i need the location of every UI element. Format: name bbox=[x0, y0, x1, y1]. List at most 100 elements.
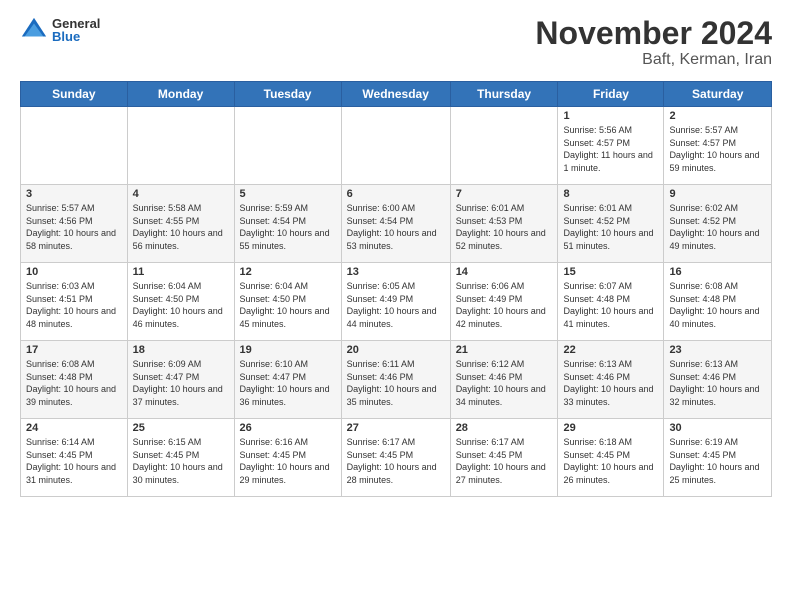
day-number: 18 bbox=[133, 344, 229, 356]
day-header-tuesday: Tuesday bbox=[234, 82, 341, 107]
calendar-cell: 5 Sunrise: 5:59 AM Sunset: 4:54 PM Daylig… bbox=[234, 185, 341, 263]
day-info: Sunrise: 6:01 AM Sunset: 4:52 PM Dayligh… bbox=[563, 202, 658, 252]
day-number: 2 bbox=[669, 110, 766, 122]
day-number: 1 bbox=[563, 110, 658, 122]
logo-text: General Blue bbox=[52, 17, 100, 43]
day-number: 29 bbox=[563, 422, 658, 434]
day-number: 14 bbox=[456, 266, 553, 278]
day-number: 9 bbox=[669, 188, 766, 200]
calendar-cell: 13Sunrise: 6:05 AM Sunset: 4:49 PM Dayli… bbox=[341, 263, 450, 341]
calendar-cell: 10 Sunrise: 6:03 AM Sunset: 4:51 PM Dayli… bbox=[21, 263, 128, 341]
day-info: Sunrise: 5:57 AM Sunset: 4:57 PM Dayligh… bbox=[669, 124, 766, 174]
calendar-cell: 20 Sunrise: 6:11 AM Sunset: 4:46 PM Dayli… bbox=[341, 341, 450, 419]
calendar-cell bbox=[234, 107, 341, 185]
calendar-cell: 18 Sunrise: 6:09 AM Sunset: 4:47 PM Dayli… bbox=[127, 341, 234, 419]
day-info: Sunrise: 6:03 AM Sunset: 4:51 PM Dayligh… bbox=[26, 280, 122, 330]
calendar-cell: 11 Sunrise: 6:04 AM Sunset: 4:50 PM Dayli… bbox=[127, 263, 234, 341]
calendar-cell: 9 Sunrise: 6:02 AM Sunset: 4:52 PM Daylig… bbox=[664, 185, 772, 263]
day-number: 20 bbox=[347, 344, 445, 356]
day-number: 16 bbox=[669, 266, 766, 278]
calendar-cell bbox=[341, 107, 450, 185]
calendar-cell: 25 Sunrise: 6:15 AM Sunset: 4:45 PM Dayli… bbox=[127, 419, 234, 497]
day-number: 24 bbox=[26, 422, 122, 434]
title-section: November 2024 Baft, Kerman, Iran bbox=[535, 16, 772, 69]
day-number: 13 bbox=[347, 266, 445, 278]
day-info: Sunrise: 6:17 AM Sunset: 4:45 PM Dayligh… bbox=[456, 436, 553, 486]
day-info: Sunrise: 6:08 AM Sunset: 4:48 PM Dayligh… bbox=[669, 280, 766, 330]
day-number: 19 bbox=[240, 344, 336, 356]
day-info: Sunrise: 6:07 AM Sunset: 4:48 PM Dayligh… bbox=[563, 280, 658, 330]
day-info: Sunrise: 6:17 AM Sunset: 4:45 PM Dayligh… bbox=[347, 436, 445, 486]
calendar-cell: 12 Sunrise: 6:04 AM Sunset: 4:50 PM Dayli… bbox=[234, 263, 341, 341]
header: General Blue November 2024 Baft, Kerman,… bbox=[20, 16, 772, 69]
calendar-table: SundayMondayTuesdayWednesdayThursdayFrid… bbox=[20, 81, 772, 497]
day-header-friday: Friday bbox=[558, 82, 664, 107]
day-number: 28 bbox=[456, 422, 553, 434]
day-info: Sunrise: 6:00 AM Sunset: 4:54 PM Dayligh… bbox=[347, 202, 445, 252]
day-info: Sunrise: 6:01 AM Sunset: 4:53 PM Dayligh… bbox=[456, 202, 553, 252]
day-info: Sunrise: 6:09 AM Sunset: 4:47 PM Dayligh… bbox=[133, 358, 229, 408]
day-info: Sunrise: 6:18 AM Sunset: 4:45 PM Dayligh… bbox=[563, 436, 658, 486]
day-number: 22 bbox=[563, 344, 658, 356]
day-number: 3 bbox=[26, 188, 122, 200]
calendar-cell: 3 Sunrise: 5:57 AM Sunset: 4:56 PM Daylig… bbox=[21, 185, 128, 263]
day-info: Sunrise: 6:10 AM Sunset: 4:47 PM Dayligh… bbox=[240, 358, 336, 408]
calendar-header-row: SundayMondayTuesdayWednesdayThursdayFrid… bbox=[21, 82, 772, 107]
day-info: Sunrise: 6:19 AM Sunset: 4:45 PM Dayligh… bbox=[669, 436, 766, 486]
calendar-cell: 4Sunrise: 5:58 AM Sunset: 4:55 PM Daylig… bbox=[127, 185, 234, 263]
calendar-cell: 6 Sunrise: 6:00 AM Sunset: 4:54 PM Daylig… bbox=[341, 185, 450, 263]
day-number: 11 bbox=[133, 266, 229, 278]
day-number: 12 bbox=[240, 266, 336, 278]
calendar-cell bbox=[127, 107, 234, 185]
day-info: Sunrise: 6:08 AM Sunset: 4:48 PM Dayligh… bbox=[26, 358, 122, 408]
day-number: 6 bbox=[347, 188, 445, 200]
day-info: Sunrise: 6:15 AM Sunset: 4:45 PM Dayligh… bbox=[133, 436, 229, 486]
day-info: Sunrise: 5:59 AM Sunset: 4:54 PM Dayligh… bbox=[240, 202, 336, 252]
day-info: Sunrise: 6:06 AM Sunset: 4:49 PM Dayligh… bbox=[456, 280, 553, 330]
day-info: Sunrise: 5:57 AM Sunset: 4:56 PM Dayligh… bbox=[26, 202, 122, 252]
calendar-week-4: 17Sunrise: 6:08 AM Sunset: 4:48 PM Dayli… bbox=[21, 341, 772, 419]
calendar-cell: 15Sunrise: 6:07 AM Sunset: 4:48 PM Dayli… bbox=[558, 263, 664, 341]
day-number: 25 bbox=[133, 422, 229, 434]
calendar-cell: 23Sunrise: 6:13 AM Sunset: 4:46 PM Dayli… bbox=[664, 341, 772, 419]
calendar-week-5: 24 Sunrise: 6:14 AM Sunset: 4:45 PM Dayli… bbox=[21, 419, 772, 497]
calendar-week-1: 1 Sunrise: 5:56 AM Sunset: 4:57 PM Daylig… bbox=[21, 107, 772, 185]
calendar-week-3: 10 Sunrise: 6:03 AM Sunset: 4:51 PM Dayli… bbox=[21, 263, 772, 341]
calendar-cell: 21Sunrise: 6:12 AM Sunset: 4:46 PM Dayli… bbox=[450, 341, 558, 419]
calendar-cell bbox=[21, 107, 128, 185]
day-info: Sunrise: 6:04 AM Sunset: 4:50 PM Dayligh… bbox=[240, 280, 336, 330]
day-info: Sunrise: 6:16 AM Sunset: 4:45 PM Dayligh… bbox=[240, 436, 336, 486]
calendar-cell: 22Sunrise: 6:13 AM Sunset: 4:46 PM Dayli… bbox=[558, 341, 664, 419]
day-number: 27 bbox=[347, 422, 445, 434]
day-info: Sunrise: 5:56 AM Sunset: 4:57 PM Dayligh… bbox=[563, 124, 658, 174]
day-info: Sunrise: 6:04 AM Sunset: 4:50 PM Dayligh… bbox=[133, 280, 229, 330]
day-number: 4 bbox=[133, 188, 229, 200]
day-info: Sunrise: 6:11 AM Sunset: 4:46 PM Dayligh… bbox=[347, 358, 445, 408]
calendar-cell: 30 Sunrise: 6:19 AM Sunset: 4:45 PM Dayli… bbox=[664, 419, 772, 497]
day-number: 7 bbox=[456, 188, 553, 200]
page: General Blue November 2024 Baft, Kerman,… bbox=[0, 0, 792, 612]
day-header-thursday: Thursday bbox=[450, 82, 558, 107]
day-info: Sunrise: 6:02 AM Sunset: 4:52 PM Dayligh… bbox=[669, 202, 766, 252]
day-number: 26 bbox=[240, 422, 336, 434]
calendar-cell: 29 Sunrise: 6:18 AM Sunset: 4:45 PM Dayli… bbox=[558, 419, 664, 497]
subtitle: Baft, Kerman, Iran bbox=[535, 51, 772, 69]
day-header-sunday: Sunday bbox=[21, 82, 128, 107]
day-info: Sunrise: 6:14 AM Sunset: 4:45 PM Dayligh… bbox=[26, 436, 122, 486]
calendar-cell: 27 Sunrise: 6:17 AM Sunset: 4:45 PM Dayli… bbox=[341, 419, 450, 497]
calendar-cell: 19 Sunrise: 6:10 AM Sunset: 4:47 PM Dayli… bbox=[234, 341, 341, 419]
day-number: 23 bbox=[669, 344, 766, 356]
calendar-cell: 1 Sunrise: 5:56 AM Sunset: 4:57 PM Daylig… bbox=[558, 107, 664, 185]
day-header-monday: Monday bbox=[127, 82, 234, 107]
logo-icon bbox=[20, 16, 48, 44]
day-number: 5 bbox=[240, 188, 336, 200]
calendar-cell: 2 Sunrise: 5:57 AM Sunset: 4:57 PM Daylig… bbox=[664, 107, 772, 185]
day-header-wednesday: Wednesday bbox=[341, 82, 450, 107]
calendar-week-2: 3 Sunrise: 5:57 AM Sunset: 4:56 PM Daylig… bbox=[21, 185, 772, 263]
calendar-cell: 26 Sunrise: 6:16 AM Sunset: 4:45 PM Dayli… bbox=[234, 419, 341, 497]
calendar-cell: 14 Sunrise: 6:06 AM Sunset: 4:49 PM Dayli… bbox=[450, 263, 558, 341]
day-number: 30 bbox=[669, 422, 766, 434]
day-number: 10 bbox=[26, 266, 122, 278]
calendar-cell: 7 Sunrise: 6:01 AM Sunset: 4:53 PM Daylig… bbox=[450, 185, 558, 263]
calendar-cell: 16 Sunrise: 6:08 AM Sunset: 4:48 PM Dayli… bbox=[664, 263, 772, 341]
